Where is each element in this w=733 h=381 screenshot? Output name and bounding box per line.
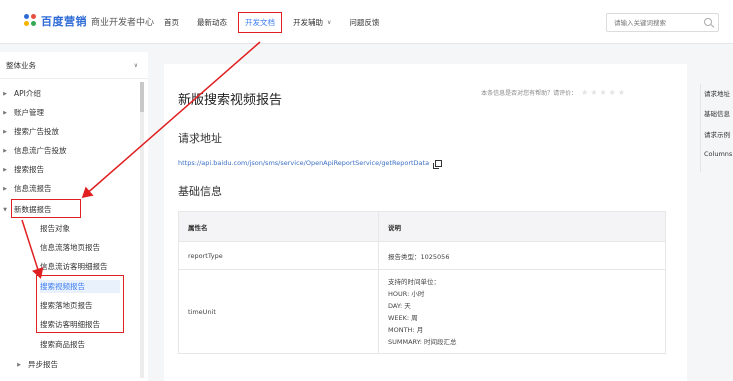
- table-row: timeUnit 支持的时间单位： HOUR: 小时 DAY: 天 WEEK: …: [178, 269, 666, 354]
- caret-right-icon: ▶: [3, 90, 7, 97]
- section-basic-info: 基础信息: [178, 185, 222, 198]
- nav-dev-docs[interactable]: 开发文档: [238, 11, 282, 33]
- search-icon[interactable]: [704, 18, 712, 26]
- brand-subtitle: 商业开发者中心: [91, 17, 155, 28]
- sidebar-item-search-report[interactable]: ▶ 搜索报告: [0, 163, 44, 176]
- sub-item-feed-visitor[interactable]: 信息流访客明细报告: [40, 260, 108, 273]
- nav-feedback[interactable]: 问题反馈: [349, 17, 379, 28]
- attribute-table: 属性名 说明 reportType 报告类型：1025056 timeUnit …: [178, 211, 666, 354]
- caret-right-icon: ▶: [3, 166, 7, 173]
- search-input[interactable]: [607, 14, 697, 31]
- table-header-row: 属性名 说明: [178, 211, 666, 242]
- sub-item-feed-landing[interactable]: 信息流落地页报告: [40, 241, 100, 254]
- toc-item[interactable]: 请求示例: [704, 129, 730, 139]
- toc-item[interactable]: Columns: [704, 150, 732, 158]
- copy-icon[interactable]: [433, 159, 443, 169]
- business-dropdown-label: 整体业务: [6, 60, 36, 70]
- caret-right-icon: ▶: [17, 361, 21, 368]
- cell-desc: 报告类型：1025056: [378, 241, 666, 270]
- sidebar-item-feed-report[interactable]: ▶ 信息流报告: [0, 182, 51, 195]
- highlight-box-new-data-report: [11, 199, 81, 218]
- brand-name: 百度营销: [41, 15, 87, 28]
- caret-right-icon: ▶: [3, 185, 7, 192]
- sub-item-search-product[interactable]: 搜索商品报告: [40, 338, 85, 351]
- toc-item[interactable]: 基础信息: [704, 108, 730, 118]
- sidebar-item-account[interactable]: ▶ 账户管理: [0, 106, 44, 119]
- main-nav: 首页 最新动态 开发文档 开发辅助 ∨ 问题反馈: [164, 0, 397, 44]
- sidebar-item-feed-ads[interactable]: ▶ 信息流广告投放: [0, 144, 66, 157]
- col-header-name: 属性名: [178, 211, 379, 242]
- cell-name: reportType: [178, 241, 379, 270]
- highlight-box-search-reports: [36, 275, 124, 333]
- nav-dev-tools[interactable]: 开发辅助 ∨: [293, 17, 331, 28]
- caret-right-icon: ▶: [3, 147, 7, 154]
- sidebar-item-api-intro[interactable]: ▶ API介绍: [0, 87, 41, 100]
- business-dropdown[interactable]: 整体业务 ∨: [0, 52, 148, 79]
- search-box: [606, 13, 719, 32]
- caret-right-icon: ▶: [3, 109, 7, 116]
- chevron-down-icon: ∨: [327, 18, 332, 26]
- toc-item[interactable]: 请求地址: [704, 88, 730, 98]
- cell-desc: 支持的时间单位： HOUR: 小时 DAY: 天 WEEK: 周 MONTH: …: [378, 269, 666, 354]
- sidebar-item-search-ads[interactable]: ▶ 搜索广告投放: [0, 125, 59, 138]
- nav-latest-news[interactable]: 最新动态: [197, 17, 227, 28]
- nav-home[interactable]: 首页: [164, 17, 179, 28]
- top-header: 百度营销 商业开发者中心 首页 最新动态 开发文档 开发辅助 ∨ 问题反馈: [0, 0, 733, 44]
- caret-down-icon: ▼: [3, 206, 7, 213]
- baidu-paw-icon: [24, 14, 38, 28]
- scrollbar-thumb[interactable]: [140, 82, 144, 112]
- chevron-down-icon: ∨: [133, 61, 138, 69]
- sub-item-report-object[interactable]: 报告对象: [40, 222, 70, 235]
- rating-stars[interactable]: ★★★★★: [581, 88, 627, 97]
- request-url: https://api.baidu.com/json/sms/service/O…: [178, 159, 443, 169]
- section-request-url: 请求地址: [178, 132, 222, 145]
- page-title: 新版搜索视频报告: [178, 93, 283, 108]
- rating-prompt: 本条信息是否对您有帮助？请评价： ★★★★★: [481, 88, 627, 97]
- sidebar-item-async-report[interactable]: ▶ 异步报告: [14, 358, 58, 371]
- sidebar-scrollbar[interactable]: [140, 82, 144, 378]
- brand-logo[interactable]: 百度营销 商业开发者中心: [24, 13, 154, 29]
- doc-content: 新版搜索视频报告 本条信息是否对您有帮助？请评价： ★★★★★ 请求地址 htt…: [164, 64, 687, 381]
- page-toc: 请求地址 基础信息 请求示例 Columns: [700, 84, 733, 172]
- col-header-desc: 说明: [378, 211, 666, 242]
- table-row: reportType 报告类型：1025056: [178, 241, 666, 270]
- caret-right-icon: ▶: [3, 128, 7, 135]
- cell-name: timeUnit: [178, 269, 379, 354]
